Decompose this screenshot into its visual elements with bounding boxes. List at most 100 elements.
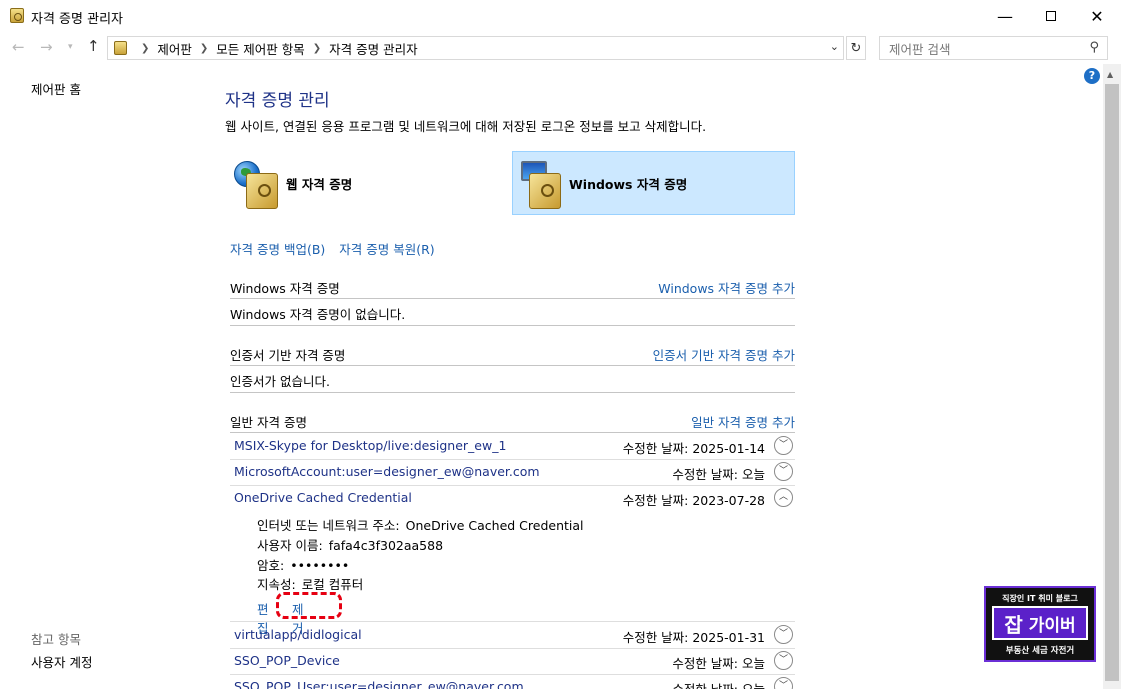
- windows-credentials-tile[interactable]: Windows 자격 증명: [512, 151, 795, 215]
- navigation-bar: ← → ▾ ↑ ❯ 제어판 ❯ 모든 제어판 항목 ❯ 자격 증명 관리자 ⌄ …: [0, 33, 1121, 63]
- windows-vault-icon: [513, 155, 565, 211]
- title-bar: 자격 증명 관리자 — ✕: [0, 0, 1121, 32]
- up-arrow-icon[interactable]: ↑: [87, 37, 100, 55]
- chevron-right-icon: ❯: [141, 42, 150, 54]
- breadcrumb-item[interactable]: 모든 제어판 항목: [216, 39, 304, 58]
- section-title: 일반 자격 증명: [230, 415, 307, 430]
- credential-modified-date: 수정한 날짜: 오늘: [672, 467, 765, 482]
- scrollbar-thumb[interactable]: [1105, 84, 1119, 681]
- badge-logo-text: 가이버: [1028, 615, 1076, 636]
- backup-restore-links: 자격 증명 백업(B) 자격 증명 복원(R): [230, 239, 445, 258]
- blog-watermark-badge: 직장인 IT 취미 블로그 잡 가이버 부동산 세금 자전거: [984, 586, 1096, 662]
- maximize-icon: [1046, 11, 1056, 21]
- credential-name[interactable]: MicrosoftAccount:user=designer_ew@naver.…: [234, 464, 540, 479]
- windows-credentials-section-header: Windows 자격 증명 Windows 자격 증명 추가: [230, 276, 795, 298]
- credential-row[interactable]: virtualapp/didlogical 수정한 날짜: 2025-01-31…: [230, 622, 795, 648]
- windows-credentials-label: Windows 자격 증명: [569, 176, 688, 192]
- detail-address: 인터넷 또는 네트워크 주소: OneDrive Cached Credentia…: [257, 515, 584, 534]
- credential-name[interactable]: SSO_POP_User:user=designer_ew@naver.com: [234, 679, 524, 689]
- divider: [230, 298, 795, 299]
- detail-value: ••••••••: [290, 558, 350, 573]
- badge-top-text: 직장인 IT 취미 블로그: [1002, 594, 1078, 603]
- credential-name[interactable]: SSO_POP_Device: [234, 653, 340, 668]
- credential-modified-date: 수정한 날짜: 오늘: [672, 656, 765, 671]
- chevron-right-icon[interactable]: ❯: [313, 43, 321, 54]
- refresh-icon[interactable]: ↻: [846, 36, 866, 60]
- detail-label: 지속성:: [257, 577, 296, 592]
- detail-value: fafa4c3f302aa588: [328, 538, 444, 553]
- search-placeholder: 제어판 검색: [889, 41, 951, 57]
- backup-credentials-link[interactable]: 자격 증명 백업(B): [230, 242, 325, 257]
- detail-password: 암호: ••••••••: [257, 555, 349, 574]
- collapse-chevron-icon[interactable]: ︿: [774, 488, 793, 507]
- address-dropdown-icon[interactable]: ⌄: [830, 40, 839, 53]
- control-panel-home-link[interactable]: 제어판 홈: [31, 79, 81, 98]
- certificate-credentials-empty: 인증서가 없습니다.: [230, 374, 330, 389]
- breadcrumb-item[interactable]: 제어판: [157, 39, 192, 58]
- credential-name[interactable]: MSIX-Skype for Desktop/live:designer_ew_…: [234, 438, 506, 453]
- credential-modified-date: 수정한 날짜: 2025-01-14: [622, 441, 765, 456]
- back-arrow-icon[interactable]: ←: [12, 38, 25, 56]
- detail-label: 사용자 이름:: [257, 538, 323, 553]
- page-title: 자격 증명 관리: [225, 91, 330, 111]
- credential-modified-date: 수정한 날짜: 2023-07-28: [622, 493, 765, 508]
- address-bar[interactable]: ❯ 제어판 ❯ 모든 제어판 항목 ❯ 자격 증명 관리자 ⌄: [107, 36, 844, 60]
- section-title: 인증서 기반 자격 증명: [230, 348, 346, 363]
- credential-row[interactable]: MSIX-Skype for Desktop/live:designer_ew_…: [230, 433, 795, 459]
- search-icon[interactable]: ⚲: [1089, 40, 1099, 55]
- vertical-scrollbar[interactable]: ▲: [1103, 64, 1121, 689]
- credential-row-expanded[interactable]: OneDrive Cached Credential 수정한 날짜: 2023-…: [230, 485, 795, 511]
- web-vault-icon: [230, 155, 282, 211]
- credential-row[interactable]: SSO_POP_User:user=designer_ew@naver.com …: [230, 674, 795, 689]
- restore-credentials-link[interactable]: 자격 증명 복원(R): [339, 242, 434, 257]
- credential-name[interactable]: virtualapp/didlogical: [234, 627, 362, 642]
- highlight-box: [276, 592, 342, 619]
- divider: [230, 392, 795, 393]
- forward-arrow-icon[interactable]: →: [40, 38, 53, 56]
- chevron-right-icon[interactable]: ❯: [200, 43, 208, 54]
- divider: [230, 365, 795, 366]
- detail-username: 사용자 이름: fafa4c3f302aa588: [257, 535, 443, 554]
- badge-bottom-text: 부동산 세금 자전거: [1005, 646, 1075, 656]
- divider: [230, 325, 795, 326]
- add-windows-credential-link[interactable]: Windows 자격 증명 추가: [658, 278, 795, 297]
- credential-name[interactable]: OneDrive Cached Credential: [234, 490, 412, 505]
- badge-logo-char: 잡: [1004, 612, 1023, 637]
- window-title: 자격 증명 관리자: [31, 12, 123, 27]
- certificate-credentials-section-header: 인증서 기반 자격 증명 인증서 기반 자격 증명 추가: [230, 343, 795, 365]
- credential-modified-date: 수정한 날짜: 오늘: [672, 679, 765, 689]
- web-credentials-label: 웹 자격 증명: [286, 176, 353, 192]
- breadcrumb-item[interactable]: 자격 증명 관리자: [329, 39, 417, 58]
- expand-chevron-icon[interactable]: ﹀: [774, 677, 793, 689]
- credential-manager-icon: [10, 8, 24, 23]
- detail-value: OneDrive Cached Credential: [405, 518, 584, 533]
- recent-locations-chevron-icon[interactable]: ▾: [68, 42, 73, 52]
- maximize-button[interactable]: [1028, 0, 1074, 32]
- credential-row[interactable]: SSO_POP_Device 수정한 날짜: 오늘 ﹀: [230, 648, 795, 674]
- badge-logo: 잡 가이버: [992, 606, 1088, 640]
- generic-credentials-section-header: 일반 자격 증명 일반 자격 증명 추가: [230, 410, 795, 432]
- control-panel-icon: [114, 41, 127, 55]
- user-accounts-link[interactable]: 사용자 계정: [31, 652, 92, 671]
- detail-value: 로컬 컴퓨터: [301, 577, 364, 592]
- detail-persistence: 지속성: 로컬 컴퓨터: [257, 574, 363, 593]
- credential-modified-date: 수정한 날짜: 2025-01-31: [622, 630, 765, 645]
- credential-row[interactable]: MicrosoftAccount:user=designer_ew@naver.…: [230, 459, 795, 485]
- page-description: 웹 사이트, 연결된 응용 프로그램 및 네트워크에 대해 저장된 로그온 정보…: [225, 119, 707, 134]
- scroll-up-arrow-icon[interactable]: ▲: [1107, 70, 1113, 79]
- expand-chevron-icon[interactable]: ﹀: [774, 462, 793, 481]
- web-credentials-tile[interactable]: 웹 자격 증명: [230, 151, 505, 215]
- close-button[interactable]: ✕: [1074, 0, 1120, 32]
- section-title: Windows 자격 증명: [230, 281, 340, 296]
- expand-chevron-icon[interactable]: ﹀: [774, 651, 793, 670]
- expand-chevron-icon[interactable]: ﹀: [774, 625, 793, 644]
- expand-chevron-icon[interactable]: ﹀: [774, 436, 793, 455]
- minimize-button[interactable]: —: [982, 0, 1028, 32]
- search-input[interactable]: 제어판 검색 ⚲: [879, 36, 1108, 60]
- detail-label: 인터넷 또는 네트워크 주소:: [257, 518, 400, 533]
- add-generic-credential-link[interactable]: 일반 자격 증명 추가: [691, 412, 795, 431]
- help-icon[interactable]: ?: [1084, 68, 1100, 84]
- windows-credentials-empty: Windows 자격 증명이 없습니다.: [230, 307, 406, 322]
- see-also-heading: 참고 항목: [31, 632, 81, 647]
- add-certificate-credential-link[interactable]: 인증서 기반 자격 증명 추가: [653, 345, 795, 364]
